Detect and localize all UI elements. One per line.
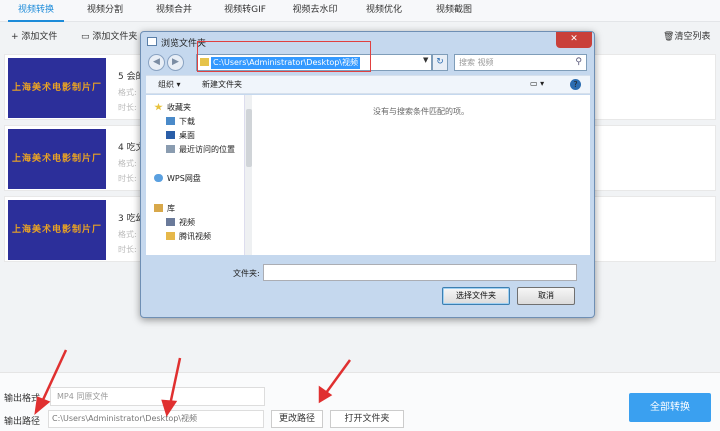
nav-tencent-video[interactable]: 腾讯视频 [166,231,211,242]
help-icon[interactable]: ? [570,79,581,90]
output-settings-bar: 输出格式 MP4 同原文件 输出路径 C:\Users\Administrato… [0,372,720,431]
tab-video-split[interactable]: 视频分割 [79,0,131,22]
folder-name-input[interactable] [263,264,577,281]
tab-video-gif[interactable]: 视频转GIF [216,0,274,22]
tab-video-optimize[interactable]: 视频优化 [358,0,410,22]
output-format-select[interactable]: MP4 同原文件 [50,387,265,406]
tab-video-screenshot[interactable]: 视频截图 [428,0,480,22]
arrow-right-icon: ▶ [172,57,179,67]
video-thumbnail: 上海美术电影制片厂 [8,129,106,189]
nav-wps-label: WPS网盘 [167,174,201,183]
nav-downloads[interactable]: 下载 [166,116,195,127]
dialog-toolbar: 组织 ▾ 新建文件夹 ▭ ▾ ? [146,75,590,94]
nav-favorites-label: 收藏夹 [167,103,191,112]
nav-videos[interactable]: 视频 [166,217,195,228]
recent-places-icon [166,145,175,153]
convert-all-button[interactable]: 全部转换 [629,393,711,422]
folder-name-label: 文件夹: [233,269,260,278]
nav-recent-label: 最近访问的位置 [179,145,235,154]
refresh-button[interactable]: ↻ [432,54,448,71]
folder-content-pane: 没有与搜索条件匹配的项。 [252,95,590,255]
output-path-input[interactable]: C:\Users\Administrator\Desktop\视频 [48,410,264,428]
file-duration-label: 时长: [118,245,137,254]
view-options-icon[interactable]: ▭ ▾ [530,79,544,88]
desktop-icon [166,131,175,139]
nav-wps-drive[interactable]: WPS网盘 [154,173,201,184]
tab-video-merge[interactable]: 视频合并 [148,0,200,22]
folder-icon: ▭ [81,32,93,42]
tab-video-convert[interactable]: 视频转换 [8,0,64,22]
video-thumbnail: 上海美术电影制片厂 [8,200,106,260]
highlight-box [197,41,371,72]
nav-library-label: 库 [167,204,175,213]
search-icon: ⚲ [575,57,582,67]
star-icon [154,103,163,111]
file-duration-label: 时长: [118,174,137,183]
file-format-label: 格式: [118,88,137,97]
search-placeholder: 搜索 视频 [459,58,494,67]
tab-remove-watermark[interactable]: 视频去水印 [285,0,345,22]
clear-list-button[interactable]: 🗑清空列表 [660,29,713,45]
empty-message: 没有与搜索条件匹配的项。 [373,107,469,116]
video-thumbnail: 上海美术电影制片厂 [8,58,106,118]
output-path-label: 输出路径 [4,417,41,427]
nav-tencent-label: 腾讯视频 [179,232,211,241]
output-format-label: 输出格式 [4,394,41,404]
window-icon [147,37,157,46]
nav-downloads-label: 下载 [179,117,195,126]
cloud-icon [154,174,163,182]
nav-desktop[interactable]: 桌面 [166,130,195,141]
clear-list-label: 清空列表 [674,32,711,42]
cancel-button[interactable]: 取消 [517,287,575,305]
plus-icon: + [11,32,22,42]
file-format-label: 格式: [118,230,137,239]
trash-icon: 🗑 [663,32,675,42]
change-path-button[interactable]: 更改路径 [271,410,323,428]
refresh-icon: ↻ [436,57,444,67]
nav-desktop-label: 桌面 [179,131,195,140]
browse-folder-dialog: 浏览文件夹 ✕ ◀ ▶ C:\Users\Administrator\Deskt… [140,31,595,318]
add-file-label: 添加文件 [21,32,58,42]
close-button[interactable]: ✕ [556,32,592,48]
tab-bar: 视频转换 视频分割 视频合并 视频转GIF 视频去水印 视频优化 视频截图 [0,0,720,22]
download-icon [166,117,175,125]
add-folder-button[interactable]: ▭ 添加文件夹 [78,29,140,45]
navigation-pane: 收藏夹 下载 桌面 最近访问的位置 WPS网盘 库 视频 腾讯视频 [146,95,252,255]
nav-recent[interactable]: 最近访问的位置 [166,144,235,155]
add-file-button[interactable]: + 添加文件 [8,29,60,45]
forward-button[interactable]: ▶ [167,54,184,71]
file-duration-label: 时长: [118,103,137,112]
library-icon [154,204,163,212]
open-folder-button[interactable]: 打开文件夹 [330,410,404,428]
arrow-left-icon: ◀ [153,57,160,67]
video-library-icon [166,218,175,226]
search-input[interactable]: 搜索 视频 ⚲ [454,54,587,71]
nav-favorites[interactable]: 收藏夹 [154,102,191,113]
back-button[interactable]: ◀ [148,54,165,71]
organize-menu[interactable]: 组织 ▾ [158,79,181,90]
folder-icon [166,232,175,240]
nav-videos-label: 视频 [179,218,195,227]
add-folder-label: 添加文件夹 [92,32,138,42]
new-folder-button[interactable]: 新建文件夹 [202,79,242,90]
chevron-down-icon[interactable]: ▼ [423,56,428,64]
scrollbar[interactable] [244,95,252,255]
file-format-label: 格式: [118,159,137,168]
select-folder-button[interactable]: 选择文件夹 [442,287,510,305]
nav-library[interactable]: 库 [154,203,175,214]
